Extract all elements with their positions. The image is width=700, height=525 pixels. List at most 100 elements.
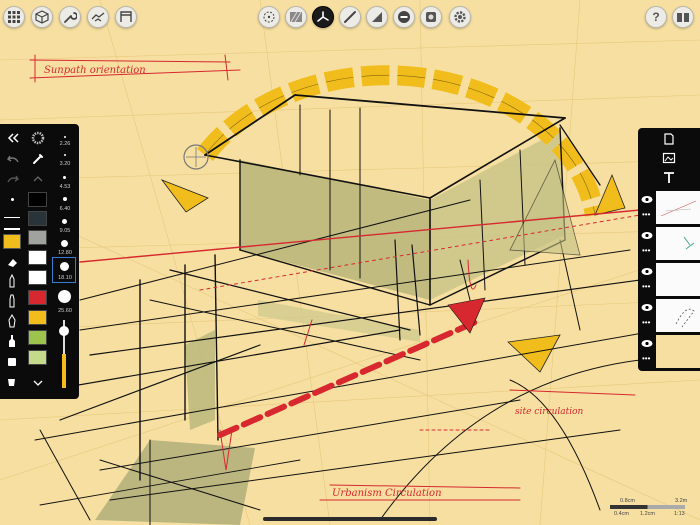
current-color-swatch[interactable] (3, 234, 21, 249)
vanishing-point-cursor[interactable] (183, 144, 209, 170)
swatch-grey-2[interactable] (28, 230, 47, 245)
size-dot-7[interactable] (58, 290, 71, 303)
pencil-tool[interactable] (3, 274, 21, 288)
home-indicator[interactable] (263, 517, 437, 521)
airbrush-icon (8, 358, 16, 366)
hatch-button[interactable] (285, 6, 307, 28)
layer-row-3[interactable]: ••• (638, 262, 700, 297)
stamp-icon (426, 12, 436, 22)
size-label-6: 18.10 (58, 275, 72, 281)
swatch-light-green[interactable] (28, 350, 47, 365)
frame-button[interactable] (115, 6, 137, 28)
layer-thumbnail (656, 299, 700, 332)
expand-palette-button[interactable] (28, 376, 48, 390)
layers-panel: ••• ••• ••• ••• ••• (638, 128, 700, 371)
swatch-red[interactable] (28, 290, 47, 305)
stamp-button[interactable] (420, 6, 442, 28)
vanishing-point-button[interactable] (312, 6, 334, 28)
size-dot-1[interactable] (64, 154, 66, 156)
line-thin-tool[interactable] (3, 211, 21, 223)
swatch-grey-4[interactable] (28, 270, 47, 285)
share-button[interactable] (87, 6, 109, 28)
eye-icon[interactable] (641, 195, 653, 204)
pen-icon (344, 11, 356, 23)
cube-button[interactable] (31, 6, 53, 28)
eraser-tool[interactable] (3, 255, 21, 269)
layer-menu-icon[interactable]: ••• (642, 247, 650, 255)
fine-liner-tool[interactable] (3, 334, 21, 348)
size-dot-6[interactable] (60, 262, 69, 271)
size-label-0: 2.26 (59, 141, 71, 147)
layer-row-2[interactable]: ••• (638, 226, 700, 261)
color-wheel-button[interactable] (28, 130, 48, 146)
help-label: ? (652, 10, 660, 24)
fill-bucket-tool[interactable] (3, 374, 21, 388)
opacity-slider-handle[interactable] (59, 326, 69, 336)
eyedropper-icon (33, 154, 43, 164)
perspective-grid-icon (263, 11, 275, 23)
marker-tool[interactable] (3, 294, 21, 308)
airbrush-tool[interactable] (3, 354, 21, 368)
minus-button[interactable] (393, 6, 415, 28)
undo-button[interactable] (3, 151, 23, 167)
settings-wrench-button[interactable] (59, 6, 81, 28)
triangle-ruler-icon (372, 12, 382, 22)
help-button[interactable]: ? (645, 6, 667, 28)
swatch-yellow[interactable] (28, 310, 47, 325)
pen-button[interactable] (339, 6, 361, 28)
eye-icon[interactable] (641, 339, 653, 348)
layer-thumbnail (656, 191, 700, 224)
close-palette-button[interactable] (3, 130, 23, 146)
line-thick-tool[interactable] (3, 225, 21, 233)
undo-icon (7, 155, 19, 163)
size-label-1: 3.20 (59, 161, 71, 167)
swatch-green[interactable] (28, 330, 47, 345)
layer-row-1[interactable]: ••• (638, 190, 700, 225)
brush-dot-tool[interactable] (3, 192, 21, 206)
layer-menu-icon[interactable]: ••• (642, 211, 650, 219)
drawing-canvas[interactable]: Sunpath orientation Urbanism Circulation… (0, 0, 700, 525)
redo-icon (7, 175, 19, 183)
redo-button[interactable] (3, 172, 23, 186)
annotation-urbanism: Urbanism Circulation (332, 488, 442, 499)
annotation-circulation: site circulation (515, 407, 584, 417)
swatch-grey-3[interactable] (28, 250, 47, 265)
swatch-grey-1[interactable] (28, 211, 47, 226)
eye-icon[interactable] (641, 231, 653, 240)
swatch-grey-0[interactable] (28, 192, 47, 207)
eraser-icon (8, 259, 17, 267)
gallery-button[interactable] (672, 6, 694, 28)
wrench-icon (64, 12, 77, 23)
ink-pen-tool[interactable] (3, 314, 21, 328)
eye-icon[interactable] (641, 267, 653, 276)
layer-thumbnail (656, 227, 700, 260)
text-layer-button[interactable] (658, 170, 680, 186)
marker-icon (9, 294, 15, 308)
pencil-icon (9, 274, 15, 288)
triangle-ruler-button[interactable] (366, 6, 388, 28)
size-dot-3[interactable] (63, 197, 67, 201)
chevron-up-button[interactable] (28, 172, 48, 186)
eyedropper-button[interactable] (28, 151, 48, 167)
frame-icon (120, 11, 132, 22)
size-dot-4[interactable] (62, 219, 67, 224)
layer-row-4[interactable]: ••• (638, 298, 700, 333)
new-layer-button[interactable] (658, 131, 680, 147)
size-dot-5[interactable] (61, 240, 68, 247)
image-layer-button[interactable] (658, 150, 680, 166)
chevron-up-icon (33, 176, 43, 182)
layer-menu-icon[interactable]: ••• (642, 283, 650, 291)
layer-menu-icon[interactable]: ••• (642, 319, 650, 327)
layer-row-5[interactable]: ••• (638, 334, 700, 369)
perspective-grid-button[interactable] (258, 6, 280, 28)
text-icon (664, 172, 674, 183)
grid-button[interactable] (3, 6, 25, 28)
layer-menu-icon[interactable]: ••• (642, 355, 650, 363)
size-dot-0[interactable] (64, 136, 66, 138)
scale-label-top-1: 3.2m (675, 498, 688, 504)
chevron-down-icon (33, 380, 43, 386)
size-dot-2[interactable] (63, 176, 66, 179)
settings-button[interactable] (449, 6, 471, 28)
settings-icon (454, 11, 466, 23)
eye-icon[interactable] (641, 303, 653, 312)
